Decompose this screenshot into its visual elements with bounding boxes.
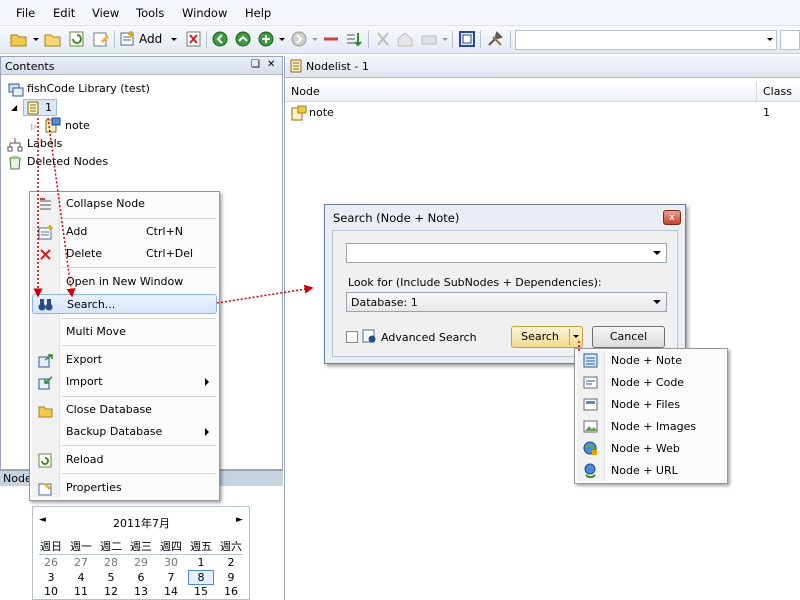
annotation-arrow: [47, 117, 76, 298]
annotation-arrows: [33, 117, 580, 352]
annotation-arrow: [216, 284, 314, 304]
